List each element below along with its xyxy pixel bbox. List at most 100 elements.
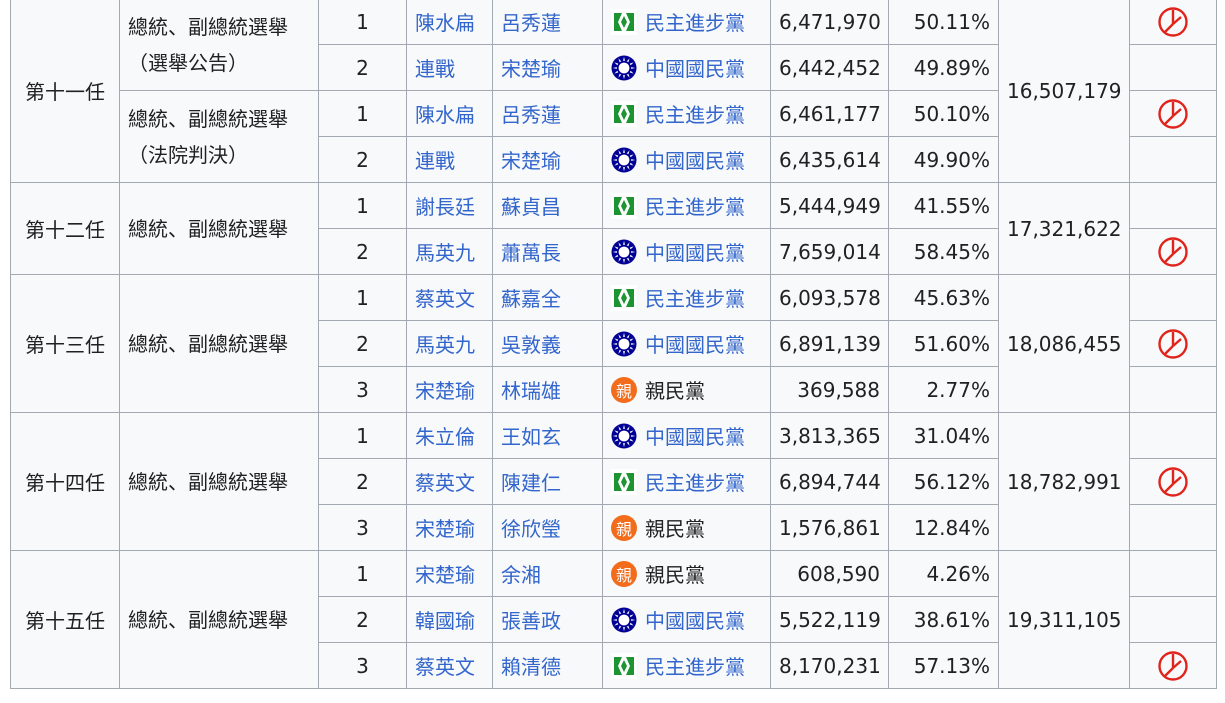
president-candidate-link[interactable]: 謝長廷 bbox=[406, 182, 493, 229]
vote-count: 608,590 bbox=[770, 550, 889, 597]
results-body: 第十一任 總統、副總統選舉 （選舉公告） 1 陳水扁 呂秀蓮 民主進步黨 6,471,970 5… bbox=[10, 0, 1217, 689]
party-cell: 親親民黨 bbox=[602, 366, 771, 413]
candidate-number: 1 bbox=[318, 550, 407, 597]
party-name: 親民黨 bbox=[645, 517, 705, 541]
vote-count: 6,435,614 bbox=[770, 136, 889, 183]
elected-stamp-icon bbox=[1157, 98, 1189, 130]
candidate-number: 3 bbox=[318, 504, 407, 551]
dpp-flag-icon bbox=[611, 100, 637, 127]
president-candidate-link[interactable]: 宋楚瑜 bbox=[406, 504, 493, 551]
vote-percentage: 45.63% bbox=[888, 274, 999, 321]
dpp-flag-icon bbox=[611, 8, 637, 35]
vote-count: 6,471,970 bbox=[770, 0, 889, 45]
vote-percentage: 49.89% bbox=[888, 44, 999, 91]
party-cell: 中國國民黨 bbox=[602, 44, 771, 91]
president-candidate-link[interactable]: 蔡英文 bbox=[406, 274, 493, 321]
total-votes: 18,782,991 bbox=[998, 412, 1130, 551]
president-candidate-link[interactable]: 蔡英文 bbox=[406, 458, 493, 505]
party-cell: 民主進步黨 bbox=[602, 182, 771, 229]
vote-count: 5,522,119 bbox=[770, 596, 889, 643]
vice-president-candidate-link[interactable]: 陳建仁 bbox=[492, 458, 603, 505]
kmt-sun-icon bbox=[611, 607, 637, 633]
table-row: 第十一任 總統、副總統選舉 （選舉公告） 1 陳水扁 呂秀蓮 民主進步黨 6,471,970 5… bbox=[10, 0, 1217, 183]
winner-cell bbox=[1129, 596, 1217, 643]
vote-count: 5,444,949 bbox=[770, 182, 889, 229]
election-type: 總統、副總統選舉 bbox=[128, 14, 288, 39]
vote-percentage: 50.11% bbox=[888, 0, 999, 45]
vote-percentage: 51.60% bbox=[888, 320, 999, 367]
elected-stamp-icon bbox=[1157, 328, 1189, 360]
president-candidate-link[interactable]: 韓國瑜 bbox=[406, 596, 493, 643]
party-cell: 中國國民黨 bbox=[602, 596, 771, 643]
election-type-cell: 總統、副總統選舉 bbox=[119, 274, 319, 413]
party-name[interactable]: 民主進步黨 bbox=[645, 467, 745, 496]
table-row: 第十二任 總統、副總統選舉 1 謝長廷 蘇貞昌 民主進步黨 5,444,949 41.55% 1… bbox=[10, 182, 1217, 275]
total-votes: 19,311,105 bbox=[998, 550, 1130, 689]
candidate-number: 1 bbox=[318, 90, 407, 137]
party-name[interactable]: 民主進步黨 bbox=[645, 191, 745, 220]
party-name[interactable]: 民主進步黨 bbox=[645, 651, 745, 680]
president-candidate-link[interactable]: 馬英九 bbox=[406, 228, 493, 275]
party-name[interactable]: 民主進步黨 bbox=[645, 99, 745, 128]
party-cell: 親親民黨 bbox=[602, 550, 771, 597]
vote-count: 6,093,578 bbox=[770, 274, 889, 321]
vice-president-candidate-link[interactable]: 宋楚瑜 bbox=[492, 44, 603, 91]
vice-president-candidate-link[interactable]: 呂秀蓮 bbox=[492, 90, 603, 137]
winner-cell bbox=[1129, 44, 1217, 91]
term-cell: 第十五任 bbox=[10, 550, 120, 689]
vote-percentage: 31.04% bbox=[888, 412, 999, 459]
president-candidate-link[interactable]: 蔡英文 bbox=[406, 642, 493, 689]
party-name[interactable]: 中國國民黨 bbox=[645, 145, 745, 174]
president-candidate-link[interactable]: 馬英九 bbox=[406, 320, 493, 367]
dpp-flag-icon bbox=[611, 652, 637, 679]
vice-president-candidate-link[interactable]: 蕭萬長 bbox=[492, 228, 603, 275]
president-candidate-link[interactable]: 陳水扁 bbox=[406, 90, 493, 137]
president-candidate-link[interactable]: 連戰 bbox=[406, 44, 493, 91]
party-cell: 民主進步黨 bbox=[602, 458, 771, 505]
election-results-table: 第十一任 總統、副總統選舉 （選舉公告） 1 陳水扁 呂秀蓮 民主進步黨 6,471,970 5… bbox=[10, 0, 1217, 689]
winner-cell bbox=[1129, 136, 1217, 183]
election-type-cell: 總統、副總統選舉 （法院判決） bbox=[119, 90, 319, 183]
vote-percentage: 56.12% bbox=[888, 458, 999, 505]
winner-cell bbox=[1129, 412, 1217, 459]
elected-stamp-icon bbox=[1157, 466, 1189, 498]
term-cell: 第十四任 bbox=[10, 412, 120, 551]
party-cell: 民主進步黨 bbox=[602, 274, 771, 321]
party-name[interactable]: 中國國民黨 bbox=[645, 421, 745, 450]
winner-cell bbox=[1129, 366, 1217, 413]
table-row: 第十三任 總統、副總統選舉 1 蔡英文 蘇嘉全 民主進步黨 6,093,578 45.63% 1… bbox=[10, 274, 1217, 413]
president-candidate-link[interactable]: 宋楚瑜 bbox=[406, 366, 493, 413]
party-name[interactable]: 民主進步黨 bbox=[645, 283, 745, 312]
candidate-number: 3 bbox=[318, 366, 407, 413]
vice-president-candidate-link[interactable]: 賴清德 bbox=[492, 642, 603, 689]
vice-president-candidate-link[interactable]: 呂秀蓮 bbox=[492, 0, 603, 45]
vice-president-candidate-link[interactable]: 宋楚瑜 bbox=[492, 136, 603, 183]
president-candidate-link[interactable]: 連戰 bbox=[406, 136, 493, 183]
president-candidate-link[interactable]: 宋楚瑜 bbox=[406, 550, 493, 597]
vote-percentage: 50.10% bbox=[888, 90, 999, 137]
party-name[interactable]: 中國國民黨 bbox=[645, 605, 745, 634]
president-candidate-link[interactable]: 朱立倫 bbox=[406, 412, 493, 459]
party-name[interactable]: 中國國民黨 bbox=[645, 329, 745, 358]
party-name[interactable]: 中國國民黨 bbox=[645, 53, 745, 82]
vote-percentage: 2.77% bbox=[888, 366, 999, 413]
vote-percentage: 49.90% bbox=[888, 136, 999, 183]
vice-president-candidate-link[interactable]: 張善政 bbox=[492, 596, 603, 643]
term-cell: 第十一任 bbox=[10, 0, 120, 183]
winner-cell bbox=[1129, 274, 1217, 321]
vice-president-candidate-link[interactable]: 蘇貞昌 bbox=[492, 182, 603, 229]
total-votes: 16,507,179 bbox=[998, 0, 1130, 183]
vice-president-candidate-link[interactable]: 蘇嘉全 bbox=[492, 274, 603, 321]
pfp-logo-icon: 親 bbox=[611, 376, 637, 403]
kmt-sun-icon bbox=[611, 55, 637, 81]
candidate-number: 1 bbox=[318, 274, 407, 321]
party-name[interactable]: 民主進步黨 bbox=[645, 7, 745, 36]
president-candidate-link[interactable]: 陳水扁 bbox=[406, 0, 493, 45]
vice-president-candidate-link[interactable]: 徐欣瑩 bbox=[492, 504, 603, 551]
vice-president-candidate-link[interactable]: 余湘 bbox=[492, 550, 603, 597]
party-name[interactable]: 中國國民黨 bbox=[645, 237, 745, 266]
vice-president-candidate-link[interactable]: 林瑞雄 bbox=[492, 366, 603, 413]
vice-president-candidate-link[interactable]: 王如玄 bbox=[492, 412, 603, 459]
election-type-cell: 總統、副總統選舉 bbox=[119, 412, 319, 551]
vice-president-candidate-link[interactable]: 吳敦義 bbox=[492, 320, 603, 367]
